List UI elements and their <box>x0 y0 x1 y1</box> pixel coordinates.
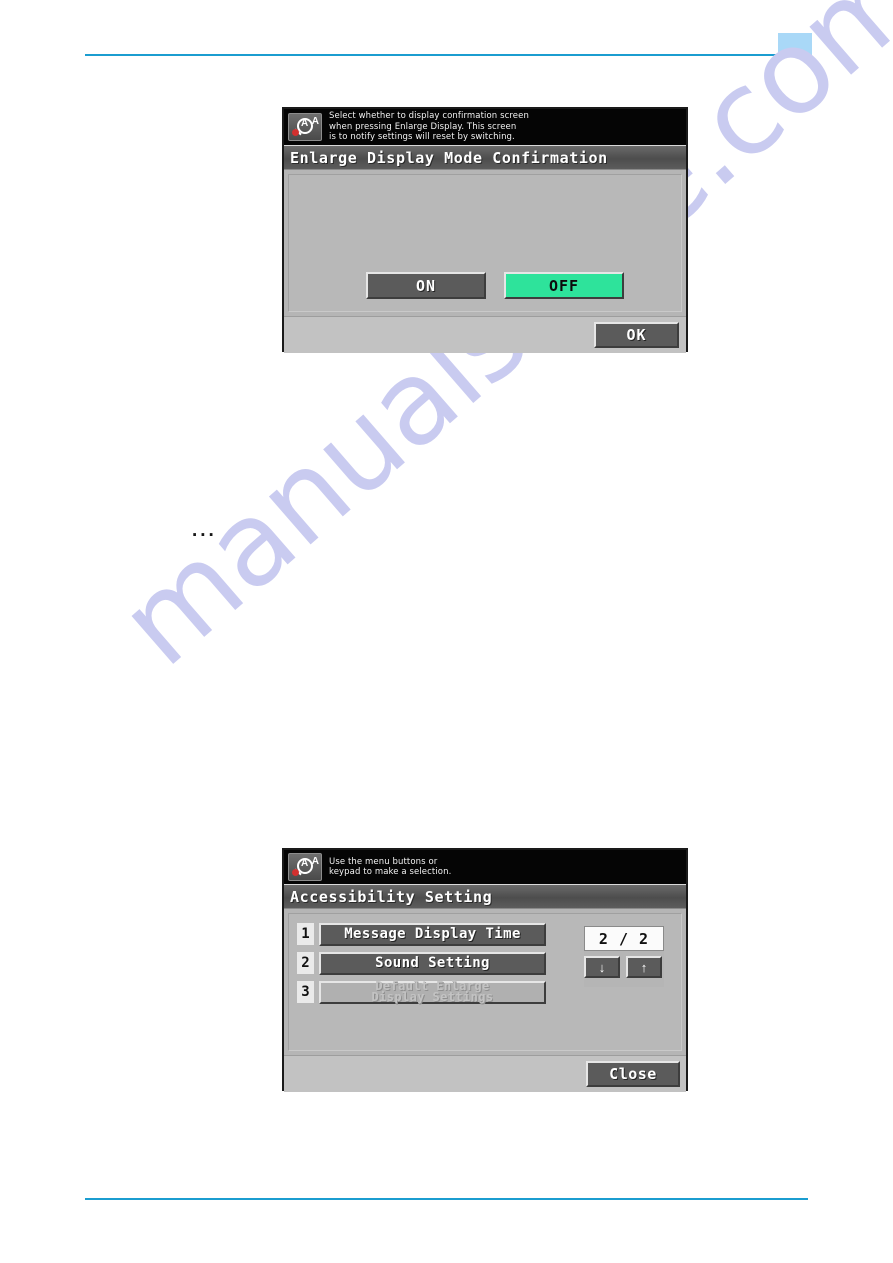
page-title: Accessibility Setting <box>290 887 493 906</box>
menu-index: 1 <box>297 923 314 945</box>
panel-body: ON OFF <box>284 170 686 316</box>
menu-button-label-line2: Display Settings <box>371 990 494 1004</box>
enlarge-mode-off-button[interactable]: OFF <box>504 272 624 299</box>
menu-index: 2 <box>297 952 314 974</box>
ok-button[interactable]: OK <box>594 322 679 348</box>
panel-inner-area: ON OFF <box>288 174 682 312</box>
message-bar: A Select whether to display confirmation… <box>284 109 686 145</box>
accessibility-magnifier-icon: A <box>288 113 322 141</box>
enlarge-display-confirmation-panel: A Select whether to display confirmation… <box>282 107 688 353</box>
panel-body: 1 Message Display Time 2 Sound Setting 3… <box>284 909 686 1055</box>
menu-button-default-enlarge-display-settings: Default Enlarge Display Settings <box>319 980 546 1004</box>
panel-inner-area: 1 Message Display Time 2 Sound Setting 3… <box>288 913 682 1051</box>
accessibility-setting-panel: A Use the menu buttons or keypad to make… <box>282 848 688 1092</box>
panel-footer: Close <box>284 1055 686 1092</box>
page-down-arrow-icon[interactable]: ↓ <box>584 956 620 978</box>
page-counter: 2 / 2 <box>584 926 664 951</box>
list-item: 3 Default Enlarge Display Settings <box>297 980 546 1004</box>
panel-title-bar: Enlarge Display Mode Confirmation <box>284 145 686 170</box>
list-item: 2 Sound Setting <box>297 951 546 975</box>
page-title: Enlarge Display Mode Confirmation <box>290 148 608 167</box>
close-button[interactable]: Close <box>586 1061 680 1087</box>
message-text: Select whether to display confirmation s… <box>329 111 529 143</box>
menu-index: 3 <box>297 981 314 1003</box>
page-corner-tab <box>778 33 812 55</box>
message-text: Use the menu buttons or keypad to make a… <box>329 856 452 878</box>
menu-button-message-display-time[interactable]: Message Display Time <box>319 922 546 946</box>
list-item: 1 Message Display Time <box>297 922 546 946</box>
menu-button-sound-setting[interactable]: Sound Setting <box>319 951 546 975</box>
accessibility-magnifier-icon: A <box>288 853 322 881</box>
footer-rule <box>85 1198 808 1200</box>
ellipsis-marker: ... <box>192 520 217 541</box>
header-rule <box>85 54 808 56</box>
panel-footer: OK <box>284 316 686 353</box>
pagination-control: 2 / 2 ↓ ↑ <box>584 926 664 987</box>
page-up-arrow-icon[interactable]: ↑ <box>626 956 662 978</box>
enlarge-mode-on-button[interactable]: ON <box>366 272 486 299</box>
pagination-arrows: ↓ ↑ <box>584 956 664 978</box>
panel-title-bar: Accessibility Setting <box>284 884 686 909</box>
message-bar: A Use the menu buttons or keypad to make… <box>284 850 686 884</box>
